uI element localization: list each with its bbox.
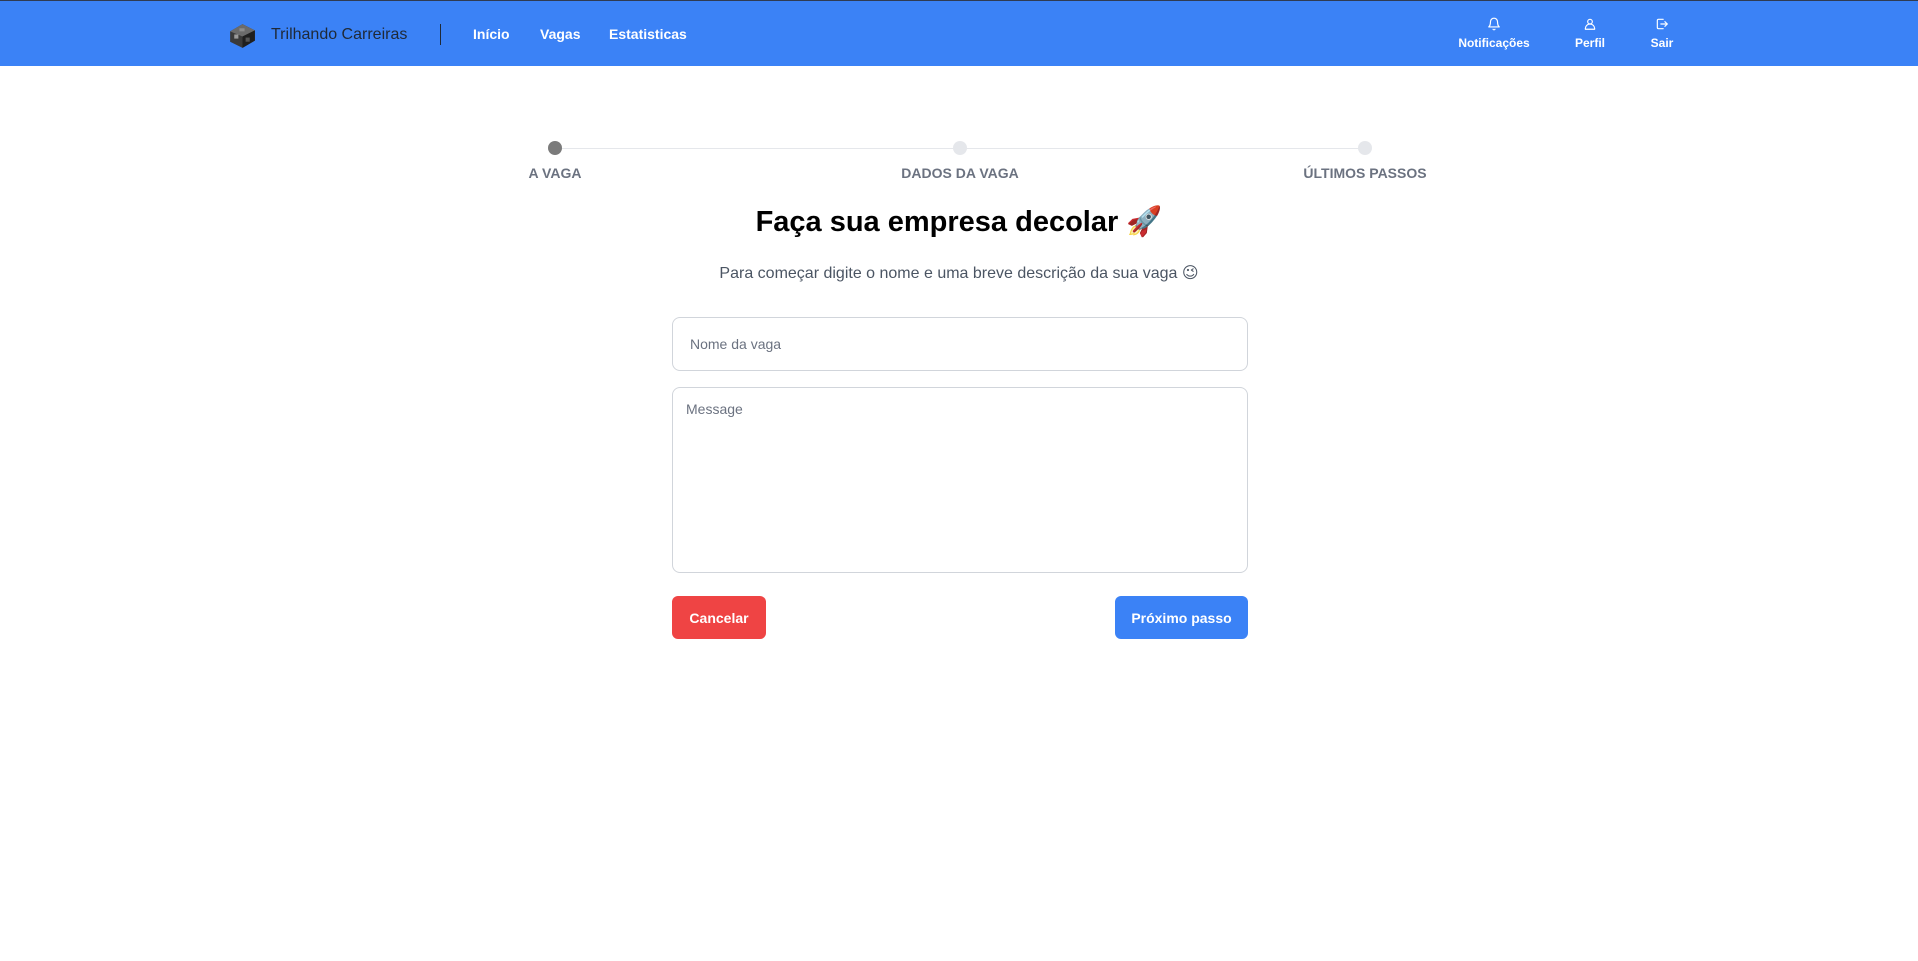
brand[interactable]: Trilhando Carreiras <box>226 18 407 52</box>
nav-divider <box>440 24 441 45</box>
notifications-button[interactable]: Notificações <box>1449 17 1539 50</box>
step-label-a-vaga: A VAGA <box>528 165 582 181</box>
step-dot-dados-da-vaga <box>953 141 967 155</box>
bell-icon <box>1488 17 1500 31</box>
top-navbar: Trilhando Carreiras Início Vagas Estatis… <box>0 0 1918 66</box>
step-connector <box>555 148 960 149</box>
logout-icon <box>1656 18 1668 30</box>
nav-link-inicio[interactable]: Início <box>473 26 510 42</box>
step-label-dados-da-vaga: DADOS DA VAGA <box>901 165 1019 181</box>
step-dot-ultimos-passos <box>1358 141 1372 155</box>
notifications-label: Notificações <box>1458 36 1530 50</box>
step-dot-a-vaga <box>548 141 562 155</box>
logo-icon <box>230 23 255 48</box>
nav-link-vagas[interactable]: Vagas <box>540 26 580 42</box>
step-label-ultimos-passos: ÚLTIMOS PASSOS <box>1303 165 1427 181</box>
brand-name: Trilhando Carreiras <box>271 26 408 43</box>
job-description-textarea[interactable] <box>672 387 1248 573</box>
page-subtitle: Para começar digite o nome e uma breve d… <box>719 265 1199 282</box>
page-title: Faça sua empresa decolar 🚀 <box>755 206 1163 238</box>
job-name-input[interactable] <box>672 317 1248 371</box>
next-step-button[interactable]: Próximo passo <box>1115 596 1248 639</box>
user-icon <box>1584 18 1596 30</box>
cancel-button[interactable]: Cancelar <box>672 596 766 639</box>
profile-label: Perfil <box>1574 36 1605 50</box>
step-connector <box>960 148 1365 149</box>
logout-label: Sair <box>1650 36 1674 50</box>
progress-stepper: A VAGA DADOS DA VAGA ÚLTIMOS PASSOS <box>0 138 1918 188</box>
logout-button[interactable]: Sair <box>1617 17 1707 50</box>
nav-link-estatisticas[interactable]: Estatisticas <box>609 26 687 42</box>
